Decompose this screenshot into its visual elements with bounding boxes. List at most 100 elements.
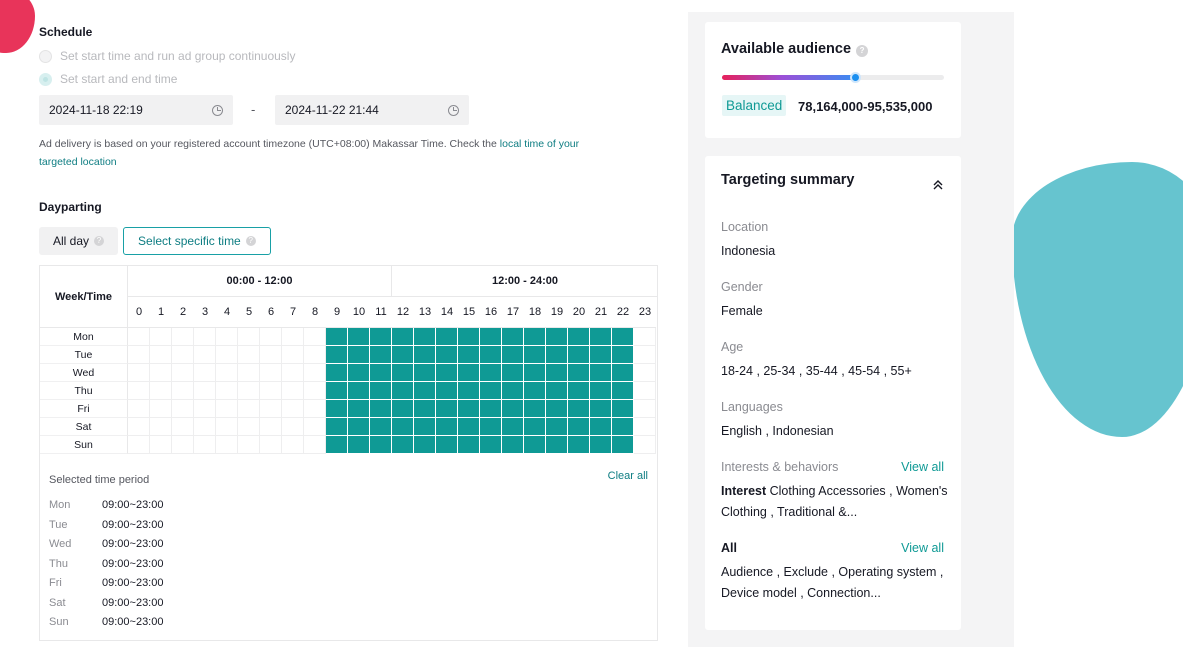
time-slot-cell[interactable] bbox=[370, 418, 392, 436]
time-slot-cell[interactable] bbox=[590, 418, 612, 436]
time-slot-cell[interactable] bbox=[458, 436, 480, 454]
time-slot-cell[interactable] bbox=[172, 328, 194, 346]
time-slot-cell[interactable] bbox=[370, 436, 392, 454]
time-slot-cell[interactable] bbox=[502, 328, 524, 346]
time-slot-cell[interactable] bbox=[150, 400, 172, 418]
time-slot-cell[interactable] bbox=[590, 364, 612, 382]
time-slot-cell[interactable] bbox=[502, 346, 524, 364]
time-slot-cell[interactable] bbox=[260, 436, 282, 454]
time-slot-cell[interactable] bbox=[304, 418, 326, 436]
all-view-all-link[interactable]: View all bbox=[901, 541, 944, 555]
time-slot-cell[interactable] bbox=[304, 436, 326, 454]
time-slot-cell[interactable] bbox=[370, 382, 392, 400]
time-slot-cell[interactable] bbox=[150, 364, 172, 382]
time-slot-cell[interactable] bbox=[194, 328, 216, 346]
time-slot-cell[interactable] bbox=[524, 436, 546, 454]
time-slot-cell[interactable] bbox=[480, 346, 502, 364]
time-slot-cell[interactable] bbox=[370, 346, 392, 364]
time-slot-cell[interactable] bbox=[568, 328, 590, 346]
time-slot-cell[interactable] bbox=[546, 418, 568, 436]
time-slot-cell[interactable] bbox=[590, 328, 612, 346]
time-slot-cell[interactable] bbox=[612, 346, 634, 364]
time-slot-cell[interactable] bbox=[326, 364, 348, 382]
time-slot-cell[interactable] bbox=[480, 364, 502, 382]
time-slot-cell[interactable] bbox=[348, 382, 370, 400]
time-slot-cell[interactable] bbox=[304, 382, 326, 400]
time-slot-cell[interactable] bbox=[590, 400, 612, 418]
interests-view-all-link[interactable]: View all bbox=[901, 460, 944, 474]
time-slot-cell[interactable] bbox=[414, 400, 436, 418]
time-slot-cell[interactable] bbox=[238, 364, 260, 382]
time-slot-cell[interactable] bbox=[480, 328, 502, 346]
collapse-chevron-icon[interactable] bbox=[931, 178, 945, 192]
time-slot-cell[interactable] bbox=[458, 328, 480, 346]
time-slot-cell[interactable] bbox=[348, 364, 370, 382]
time-slot-cell[interactable] bbox=[392, 328, 414, 346]
time-slot-cell[interactable] bbox=[150, 346, 172, 364]
time-slot-cell[interactable] bbox=[238, 418, 260, 436]
radio-continuous[interactable]: Set start time and run ad group continuo… bbox=[39, 49, 295, 63]
time-slot-cell[interactable] bbox=[260, 382, 282, 400]
time-slot-cell[interactable] bbox=[414, 382, 436, 400]
time-slot-cell[interactable] bbox=[502, 382, 524, 400]
time-slot-cell[interactable] bbox=[590, 436, 612, 454]
time-slot-cell[interactable] bbox=[546, 364, 568, 382]
time-slot-cell[interactable] bbox=[238, 328, 260, 346]
time-slot-cell[interactable] bbox=[612, 418, 634, 436]
time-slot-cell[interactable] bbox=[392, 436, 414, 454]
time-slot-cell[interactable] bbox=[370, 364, 392, 382]
time-slot-cell[interactable] bbox=[568, 382, 590, 400]
time-slot-cell[interactable] bbox=[436, 346, 458, 364]
time-slot-cell[interactable] bbox=[392, 382, 414, 400]
time-slot-cell[interactable] bbox=[524, 346, 546, 364]
time-slot-cell[interactable] bbox=[260, 346, 282, 364]
start-date-input[interactable]: 2024-11-18 22:19 bbox=[39, 95, 233, 125]
time-slot-cell[interactable] bbox=[634, 364, 656, 382]
time-slot-cell[interactable] bbox=[634, 346, 656, 364]
time-slot-cell[interactable] bbox=[304, 364, 326, 382]
time-slot-cell[interactable] bbox=[612, 328, 634, 346]
time-slot-cell[interactable] bbox=[568, 436, 590, 454]
time-slot-cell[interactable] bbox=[436, 382, 458, 400]
time-slot-cell[interactable] bbox=[634, 328, 656, 346]
time-slot-cell[interactable] bbox=[392, 418, 414, 436]
time-slot-cell[interactable] bbox=[590, 346, 612, 364]
time-slot-cell[interactable] bbox=[436, 418, 458, 436]
time-slot-cell[interactable] bbox=[326, 382, 348, 400]
time-slot-cell[interactable] bbox=[128, 436, 150, 454]
all-day-button[interactable]: All day ? bbox=[39, 227, 119, 255]
time-slot-cell[interactable] bbox=[194, 364, 216, 382]
time-slot-cell[interactable] bbox=[304, 400, 326, 418]
time-slot-cell[interactable] bbox=[634, 382, 656, 400]
time-slot-cell[interactable] bbox=[216, 328, 238, 346]
time-slot-cell[interactable] bbox=[172, 382, 194, 400]
time-slot-cell[interactable] bbox=[480, 436, 502, 454]
time-slot-cell[interactable] bbox=[304, 346, 326, 364]
time-slot-cell[interactable] bbox=[128, 346, 150, 364]
time-slot-cell[interactable] bbox=[128, 418, 150, 436]
time-slot-cell[interactable] bbox=[568, 400, 590, 418]
time-slot-cell[interactable] bbox=[216, 400, 238, 418]
time-slot-cell[interactable] bbox=[524, 328, 546, 346]
time-slot-cell[interactable] bbox=[524, 400, 546, 418]
time-slot-cell[interactable] bbox=[216, 418, 238, 436]
time-slot-cell[interactable] bbox=[128, 328, 150, 346]
time-slot-cell[interactable] bbox=[480, 400, 502, 418]
time-slot-cell[interactable] bbox=[216, 364, 238, 382]
time-slot-cell[interactable] bbox=[436, 436, 458, 454]
time-slot-cell[interactable] bbox=[414, 436, 436, 454]
time-slot-cell[interactable] bbox=[546, 382, 568, 400]
time-slot-cell[interactable] bbox=[260, 418, 282, 436]
time-slot-cell[interactable] bbox=[194, 400, 216, 418]
time-slot-cell[interactable] bbox=[150, 418, 172, 436]
time-slot-cell[interactable] bbox=[458, 418, 480, 436]
time-slot-cell[interactable] bbox=[282, 328, 304, 346]
time-slot-cell[interactable] bbox=[238, 382, 260, 400]
end-date-input[interactable]: 2024-11-22 21:44 bbox=[275, 95, 469, 125]
time-slot-cell[interactable] bbox=[370, 400, 392, 418]
time-slot-cell[interactable] bbox=[238, 400, 260, 418]
time-slot-cell[interactable] bbox=[326, 418, 348, 436]
time-slot-cell[interactable] bbox=[546, 328, 568, 346]
time-slot-cell[interactable] bbox=[502, 418, 524, 436]
time-slot-cell[interactable] bbox=[326, 436, 348, 454]
